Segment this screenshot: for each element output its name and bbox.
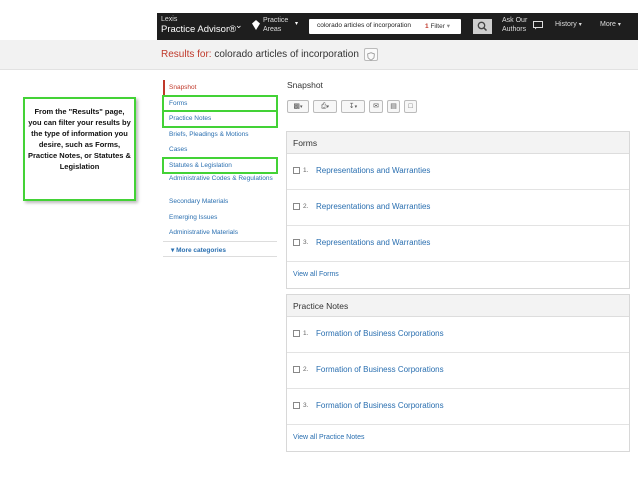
row-checkbox[interactable] [293,366,300,373]
row-checkbox[interactable] [293,239,300,246]
result-link[interactable]: Representations and Warranties [316,202,430,211]
caret-down-icon: ▾ [326,104,330,110]
brand-logo[interactable]: Lexis Practice Advisor® [161,15,236,35]
document-icon: ▤ [390,103,397,110]
row-checkbox[interactable] [293,330,300,337]
practice-notes-panel: Practice Notes 1. Formation of Business … [286,294,630,452]
search-query: colorado articles of incorporation [317,22,411,29]
sidebar-item-secondary[interactable]: Secondary Materials [163,194,277,210]
sidebar-item-admin-codes[interactable]: Administrative Codes & Regulations [163,173,277,194]
results-query: colorado articles of incorporation [214,49,359,60]
view-all-practice-notes-link[interactable]: View all Practice Notes [287,425,629,451]
row-number: 3. [303,239,309,246]
sidebar-item-emerging[interactable]: Emerging Issues [163,210,277,226]
caret-down-icon: ▾ [354,104,358,110]
more-categories-label: More categories [176,246,226,254]
result-link[interactable]: Formation of Business Corporations [316,401,444,410]
list-item: 3. Formation of Business Corporations [287,389,629,425]
category-sidebar: Snapshot Forms Practice Notes Briefs, Pl… [162,80,278,257]
instruction-callout: From the "Results" page, you can filter … [23,97,136,201]
page-title: Snapshot [287,80,323,90]
chat-bubble-icon [533,21,543,30]
folder-button[interactable]: ▩▾ [287,100,309,113]
filter-count: 1 [425,23,429,30]
list-item: 2. Representations and Warranties [287,190,629,226]
copy-button[interactable]: ▤ [387,100,400,113]
caret-down-icon: ▾ [300,104,303,110]
caret-down-icon: ▾ [617,22,621,28]
result-link[interactable]: Formation of Business Corporations [316,365,444,374]
search-icon [477,21,488,32]
sidebar-item-briefs[interactable]: Briefs, Pleadings & Motions [163,127,277,143]
email-button[interactable]: ✉ [369,100,383,113]
print-button[interactable]: ⎙▾ [313,100,337,113]
search-button[interactable] [473,19,492,34]
view-all-forms-link[interactable]: View all Forms [287,262,629,288]
practice-areas-menu[interactable]: Practice Areas [263,16,288,34]
caret-down-icon: ▾ [171,246,175,254]
history-menu[interactable]: History ▾ [555,21,582,28]
more-categories-button[interactable]: ▾ More categories [163,240,277,257]
ask-our-authors[interactable]: Ask Our Authors [502,16,527,34]
ask-line1: Ask Our [502,17,528,24]
practice-areas-line1: Practice [263,17,289,24]
sidebar-item-statutes[interactable]: Statutes & Legislation [162,156,278,174]
forms-panel: Forms 1. Representations and Warranties … [286,131,630,289]
more-menu[interactable]: More ▾ [600,21,621,28]
list-item: 1. Representations and Warranties [287,154,629,190]
results-label: Results for: [161,49,215,60]
forms-heading: Forms [287,132,629,154]
email-icon: ✉ [373,103,379,110]
download-button[interactable]: ↧▾ [341,100,365,113]
page-icon: □ [408,103,413,110]
result-link[interactable]: Formation of Business Corporations [316,329,444,338]
results-heading: Results for: colorado articles of incorp… [161,49,359,60]
row-number: 2. [303,366,309,373]
filter-label: Filter [430,23,445,30]
practice-areas-icon [252,20,260,30]
sidebar-item-snapshot[interactable]: Snapshot [163,80,277,96]
caret-down-icon: ▾ [578,22,582,28]
notes-button[interactable]: □ [404,100,417,113]
list-item: 1. Formation of Business Corporations [287,317,629,353]
row-checkbox[interactable] [293,167,300,174]
ask-line2: Authors [502,26,527,33]
chevron-down-icon[interactable]: ⌄ [235,20,243,31]
history-label: History [555,21,577,28]
list-item: 2. Formation of Business Corporations [287,353,629,389]
row-number: 3. [303,402,309,409]
caret-down-icon: ▾ [446,23,450,30]
row-checkbox[interactable] [293,203,300,210]
sidebar-item-practice-notes[interactable]: Practice Notes [162,110,278,128]
result-link[interactable]: Representations and Warranties [316,238,430,247]
nav-bar: Lexis Practice Advisor® ⌄ Practice Areas… [157,13,638,40]
caret-down-icon[interactable]: ▾ [295,20,298,27]
brand-name: Practice Advisor® [161,24,237,35]
practice-areas-line2: Areas [263,26,282,33]
results-bar: Results for: colorado articles of incorp… [0,40,638,70]
row-checkbox[interactable] [293,402,300,409]
sidebar-item-cases[interactable]: Cases [163,142,277,158]
shield-icon [367,52,375,61]
practice-notes-heading: Practice Notes [287,295,629,317]
top-navigation: Lexis Practice Advisor® ⌄ Practice Areas… [0,0,638,40]
list-item: 3. Representations and Warranties [287,226,629,262]
result-link[interactable]: Representations and Warranties [316,166,430,175]
more-label: More [600,21,616,28]
filter-button[interactable]: 1 Filter ▾ [425,22,450,30]
sidebar-item-forms[interactable]: Forms [162,94,278,112]
row-number: 1. [303,330,309,337]
row-number: 2. [303,203,309,210]
save-search-button[interactable] [364,48,378,61]
sidebar-item-admin-materials[interactable]: Administrative Materials [163,225,277,241]
row-number: 1. [303,167,309,174]
